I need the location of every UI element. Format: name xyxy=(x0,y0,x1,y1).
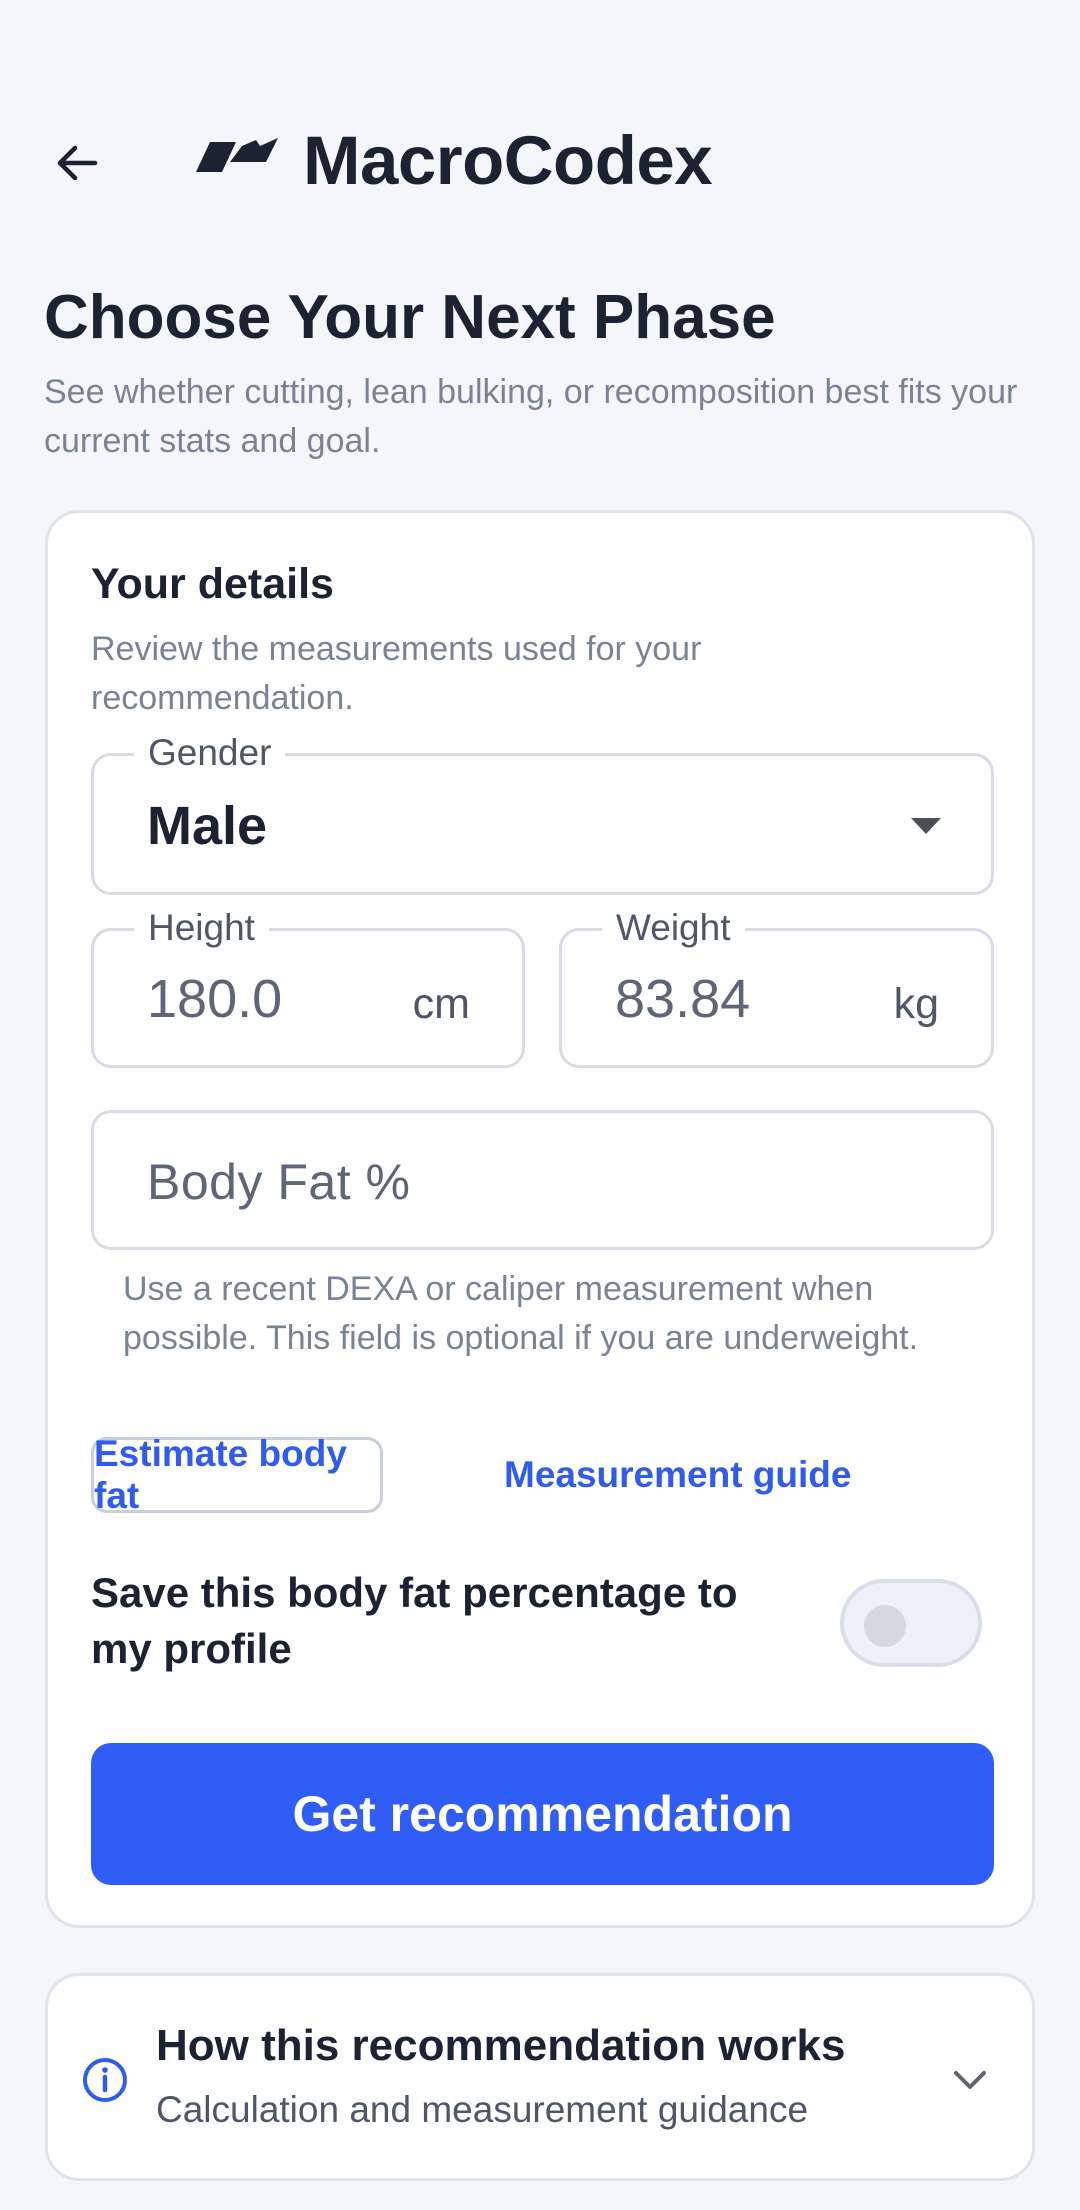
info-icon xyxy=(83,2058,127,2102)
weight-unit: kg xyxy=(893,980,939,1028)
measurement-guide-link[interactable]: Measurement guide xyxy=(504,1451,851,1499)
card-title: Your details xyxy=(91,560,334,608)
weight-label: Weight xyxy=(602,905,745,951)
save-body-fat-label: Save this body fat percentage to my prof… xyxy=(91,1569,738,1672)
weight-value: 83.84 xyxy=(615,969,751,1029)
save-body-fat-toggle[interactable] xyxy=(840,1579,982,1667)
estimate-body-fat-button[interactable]: Estimate body fat xyxy=(91,1433,383,1516)
info-title: How this recommendation works xyxy=(156,2021,846,2070)
body-fat-helper-text: Use a recent DEXA or caliper measurement… xyxy=(123,1270,919,1357)
page-title: Choose Your Next Phase xyxy=(44,283,776,352)
get-recommendation-button[interactable]: Get recommendation xyxy=(91,1743,994,1885)
page-subtitle: See whether cutting, lean bulking, or re… xyxy=(44,373,1018,460)
height-field[interactable]: Height 180.0 cm xyxy=(91,905,525,1068)
logo-icon xyxy=(196,136,278,181)
page: MacroCodex Choose Your Next Phase See wh… xyxy=(0,0,1080,2210)
gender-label: Gender xyxy=(134,730,286,776)
height-label: Height xyxy=(134,905,269,951)
chevron-down-icon xyxy=(954,2071,986,2089)
app-title: MacroCodex xyxy=(303,122,713,199)
app-header: MacroCodex xyxy=(0,100,1080,220)
how-it-works-accordion[interactable]: How this recommendation works Calculatio… xyxy=(45,1973,1035,2181)
caret-down-icon xyxy=(911,818,941,834)
gender-value: Male xyxy=(147,796,268,856)
body-fat-field[interactable]: Body Fat % xyxy=(91,1110,994,1250)
arrow-left-icon xyxy=(57,145,98,181)
details-card: Your details Review the measurements use… xyxy=(45,510,1035,1928)
height-unit: cm xyxy=(412,980,470,1028)
card-description: Review the measurements used for your re… xyxy=(91,630,702,717)
height-value: 180.0 xyxy=(147,969,283,1029)
back-button[interactable] xyxy=(42,128,112,198)
info-subtitle: Calculation and measurement guidance xyxy=(156,2089,809,2130)
body-fat-placeholder: Body Fat % xyxy=(147,1154,411,1210)
weight-field[interactable]: Weight 83.84 kg xyxy=(559,905,994,1068)
toggle-knob xyxy=(864,1605,906,1647)
gender-select[interactable]: Gender Male xyxy=(91,730,994,895)
